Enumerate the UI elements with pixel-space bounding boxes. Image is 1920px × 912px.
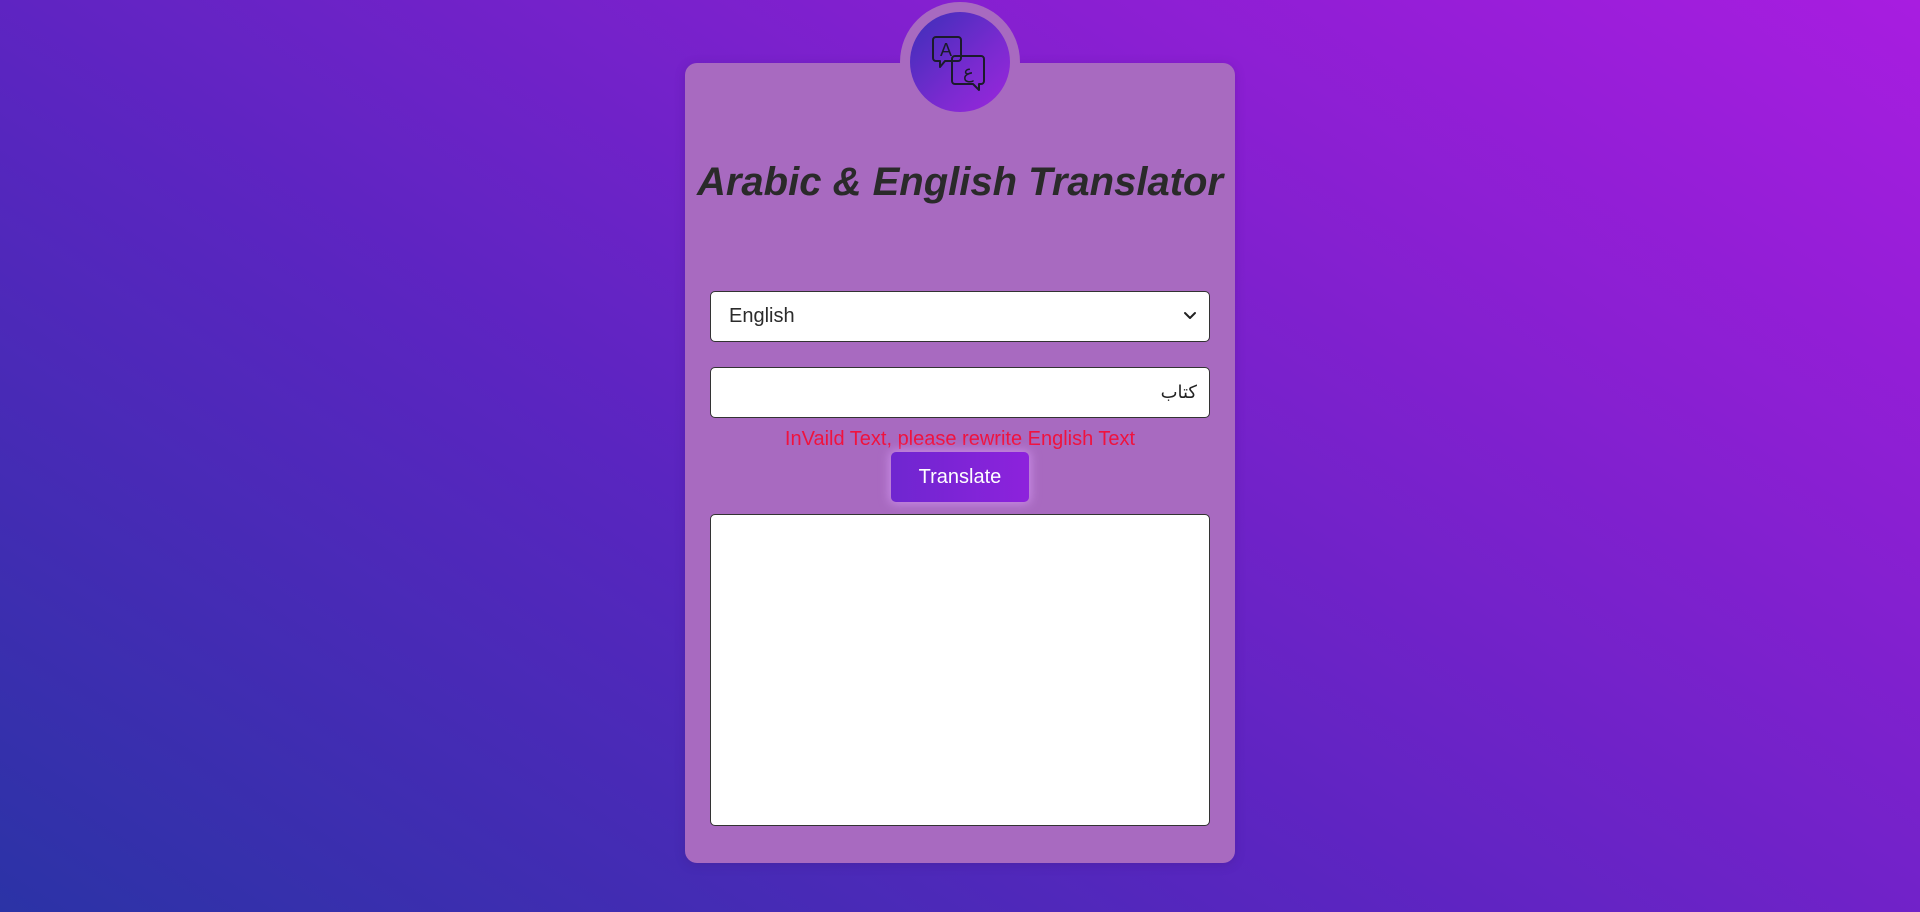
page-title: Arabic & English Translator (696, 160, 1224, 204)
logo-disc: A ع (910, 12, 1010, 112)
translate-button[interactable]: Translate (891, 452, 1029, 502)
language-select[interactable]: English (710, 291, 1210, 342)
source-text-input[interactable] (710, 367, 1210, 418)
svg-text:A: A (940, 40, 952, 60)
error-message: InVaild Text, please rewrite English Tex… (784, 428, 1136, 450)
chevron-down-icon (1183, 308, 1197, 326)
language-select-value: English (729, 305, 795, 327)
logo: A ع (900, 2, 1020, 122)
translate-icon: A ع (932, 36, 985, 91)
svg-text:ع: ع (963, 62, 974, 83)
translator-card: Arabic & English Translator English InVa… (685, 63, 1235, 863)
output-textarea[interactable] (710, 514, 1210, 826)
